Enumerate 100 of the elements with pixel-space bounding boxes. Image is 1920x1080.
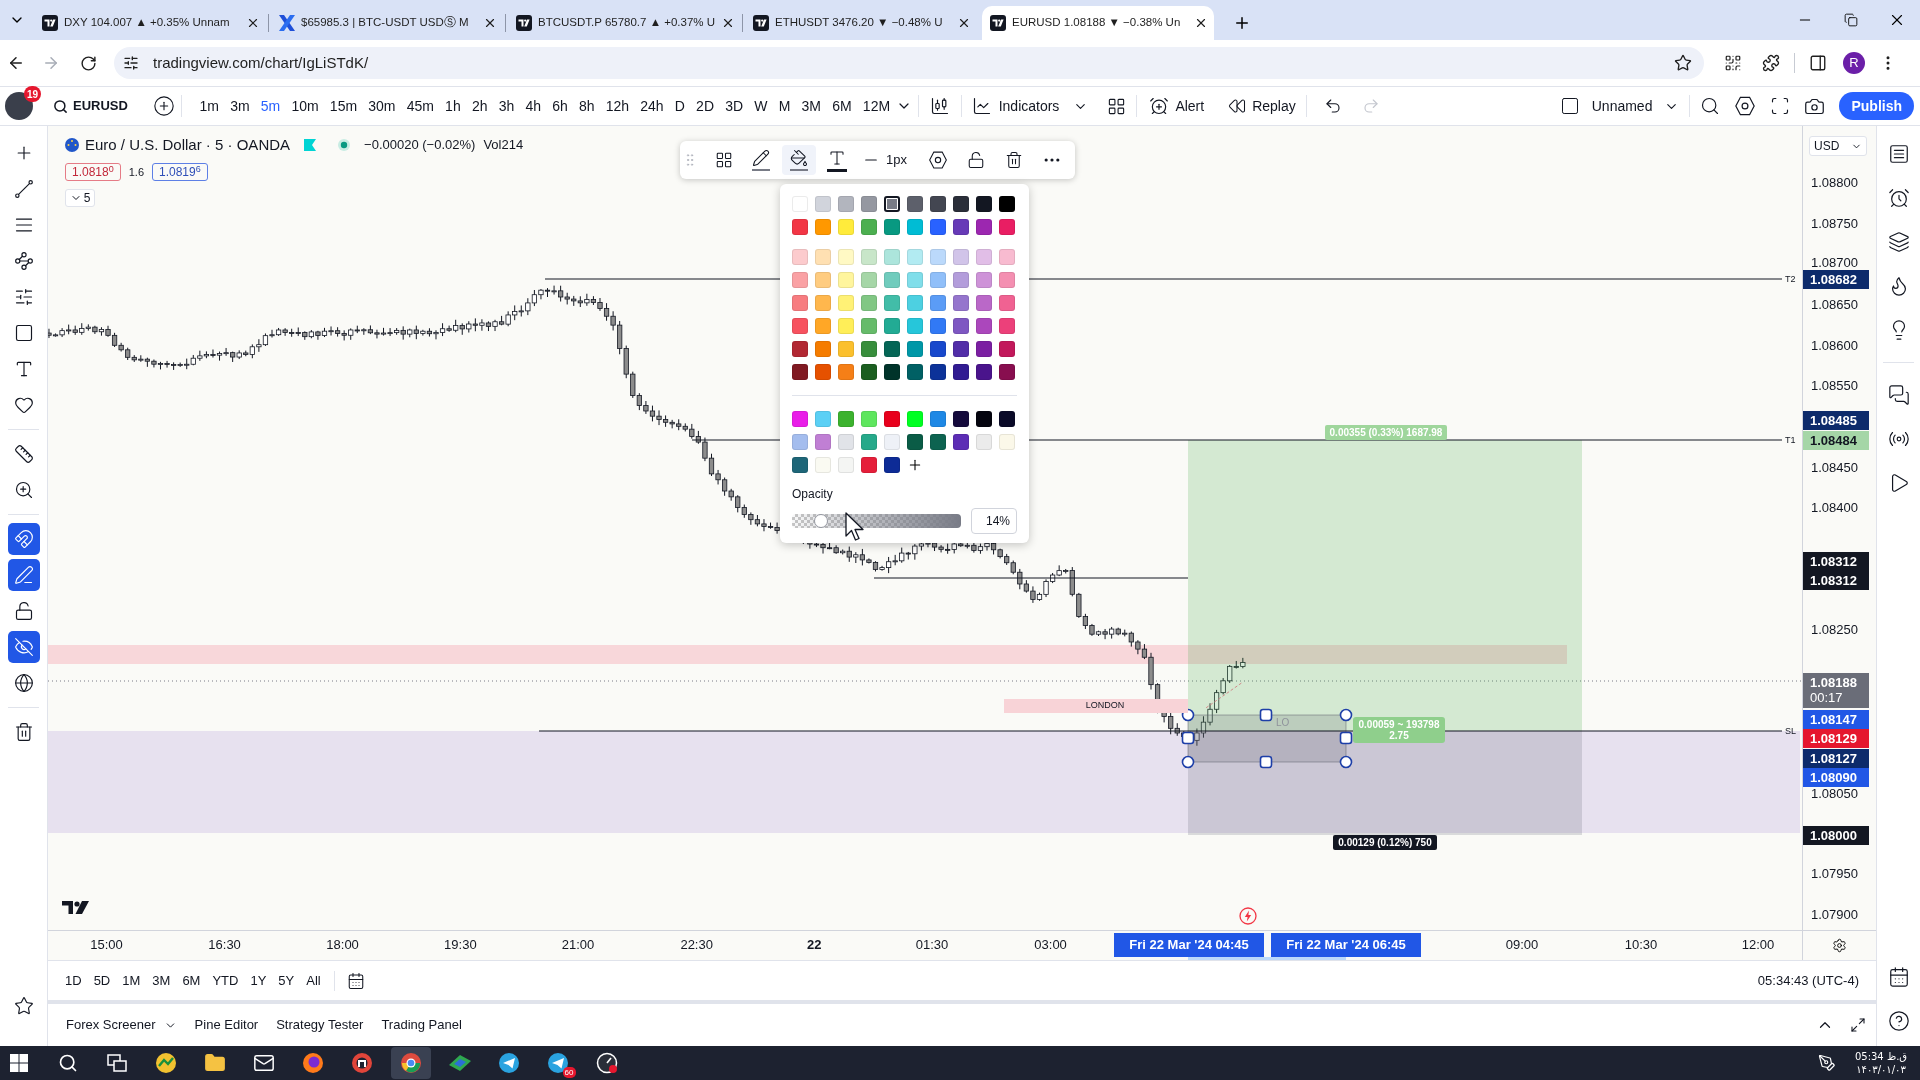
resize-handle[interactable] — [1339, 731, 1353, 745]
calendar-icon[interactable] — [1887, 966, 1910, 988]
color-swatch[interactable] — [792, 249, 808, 265]
timeframe-button[interactable]: M — [773, 91, 796, 121]
timeframe-button[interactable]: 8h — [573, 91, 601, 121]
range-button[interactable]: 1D — [64, 968, 83, 993]
maximize-icon[interactable] — [1850, 1017, 1866, 1033]
timeframe-button[interactable]: 2h — [466, 91, 494, 121]
sliders-icon[interactable] — [13, 287, 34, 307]
square-icon[interactable] — [1559, 96, 1580, 116]
opacity-value-field[interactable]: 14% — [971, 508, 1017, 534]
add-color-icon[interactable] — [907, 457, 923, 473]
eye-off-icon[interactable] — [13, 637, 34, 657]
selection-rectangle[interactable] — [1187, 714, 1347, 763]
color-swatch[interactable] — [792, 318, 808, 334]
panel-tab[interactable]: Pine Editor — [192, 1010, 261, 1040]
timeframe-button[interactable]: 12M — [857, 91, 896, 121]
color-swatch[interactable] — [999, 341, 1015, 357]
color-swatch[interactable] — [976, 411, 992, 427]
timeframe-button[interactable]: 3D — [719, 91, 749, 121]
color-swatch[interactable] — [861, 341, 877, 357]
color-swatch[interactable] — [792, 411, 808, 427]
add-symbol-icon[interactable] — [152, 95, 175, 117]
timeframe-button[interactable]: 45m — [401, 91, 440, 121]
panel-tab[interactable]: Forex Screener — [64, 1010, 179, 1040]
search-icon[interactable] — [53, 98, 68, 114]
resize-handle[interactable] — [1181, 731, 1195, 745]
color-swatch[interactable] — [976, 249, 992, 265]
color-swatch[interactable] — [838, 249, 854, 265]
color-swatch[interactable] — [907, 295, 923, 311]
resize-handle[interactable] — [1181, 755, 1195, 769]
timeframe-button[interactable]: 5m — [255, 91, 286, 121]
trash-icon[interactable] — [13, 722, 34, 742]
resize-handle[interactable] — [1339, 755, 1353, 769]
indicators-button[interactable]: Indicators — [967, 91, 1064, 121]
fullscreen-icon[interactable] — [1770, 96, 1791, 116]
square-icon[interactable] — [13, 323, 34, 343]
color-swatch[interactable] — [907, 272, 923, 288]
resize-handle[interactable] — [1259, 755, 1273, 769]
bookmark-star-icon[interactable] — [1674, 54, 1692, 72]
color-swatch[interactable] — [815, 219, 831, 235]
publish-button[interactable]: Publish — [1839, 92, 1914, 120]
timeframe-button[interactable]: 6h — [546, 91, 574, 121]
color-swatch[interactable] — [953, 272, 969, 288]
color-swatch[interactable] — [999, 249, 1015, 265]
symbol-title[interactable]: Euro / U.S. Dollar · 5 · OANDA — [85, 133, 291, 157]
color-swatch[interactable] — [907, 249, 923, 265]
qr-code-icon[interactable] — [1724, 54, 1742, 72]
color-swatch[interactable] — [953, 318, 969, 334]
color-swatch[interactable] — [884, 434, 900, 450]
color-swatch[interactable] — [815, 272, 831, 288]
unlocked-lock-icon[interactable] — [13, 601, 34, 621]
color-swatch[interactable] — [907, 434, 923, 450]
color-swatch[interactable] — [976, 219, 992, 235]
start-icon[interactable] — [9, 1054, 28, 1072]
trash-icon[interactable] — [1004, 151, 1023, 169]
color-swatch[interactable] — [999, 411, 1015, 427]
profile-avatar[interactable]: R — [1843, 52, 1865, 74]
color-swatch[interactable] — [838, 364, 854, 380]
range-button[interactable]: 1Y — [249, 968, 268, 993]
color-swatch[interactable] — [815, 434, 831, 450]
timeframe-button[interactable]: 24h — [634, 91, 670, 121]
color-swatch[interactable] — [838, 411, 854, 427]
color-swatch[interactable] — [999, 295, 1015, 311]
color-swatch[interactable] — [907, 364, 923, 380]
opacity-slider[interactable] — [792, 514, 961, 528]
color-swatch[interactable] — [792, 434, 808, 450]
color-swatch[interactable] — [999, 318, 1015, 334]
color-swatch[interactable] — [976, 272, 992, 288]
color-swatch[interactable] — [907, 196, 923, 212]
color-swatch[interactable] — [884, 196, 900, 212]
color-swatch[interactable] — [838, 318, 854, 334]
color-swatch[interactable] — [930, 196, 946, 212]
color-swatch[interactable] — [930, 249, 946, 265]
color-swatch[interactable] — [838, 434, 854, 450]
restore-icon[interactable] — [1844, 13, 1858, 27]
range-button[interactable]: YTD — [211, 968, 240, 993]
color-swatch[interactable] — [884, 364, 900, 380]
color-swatch[interactable] — [861, 295, 877, 311]
color-swatch[interactable] — [815, 341, 831, 357]
color-swatch[interactable] — [861, 196, 877, 212]
buy-price-button[interactable]: 1.0819$^{6}$ — [152, 163, 208, 181]
indicators-toggle[interactable]: 5 — [65, 189, 95, 207]
star-icon[interactable] — [13, 996, 34, 1016]
undo-icon[interactable] — [1323, 97, 1342, 115]
close-icon[interactable] — [1194, 16, 1208, 30]
help-icon[interactable] — [1887, 1010, 1910, 1032]
trend-line-icon[interactable] — [13, 179, 34, 199]
color-swatch[interactable] — [907, 411, 923, 427]
color-swatch[interactable] — [815, 295, 831, 311]
lightning-icon[interactable] — [1239, 907, 1257, 925]
color-swatch[interactable] — [815, 457, 831, 473]
color-swatch[interactable] — [976, 318, 992, 334]
color-swatch[interactable] — [792, 272, 808, 288]
rewind-icon[interactable] — [1228, 97, 1247, 115]
color-swatch[interactable] — [999, 196, 1015, 212]
browser-tab[interactable]: EURUSD 1.08188 ▼ −0.38% Un — [982, 6, 1214, 40]
color-swatch[interactable] — [953, 219, 969, 235]
color-swatch[interactable] — [907, 341, 923, 357]
timeframe-button[interactable]: 2D — [690, 91, 720, 121]
